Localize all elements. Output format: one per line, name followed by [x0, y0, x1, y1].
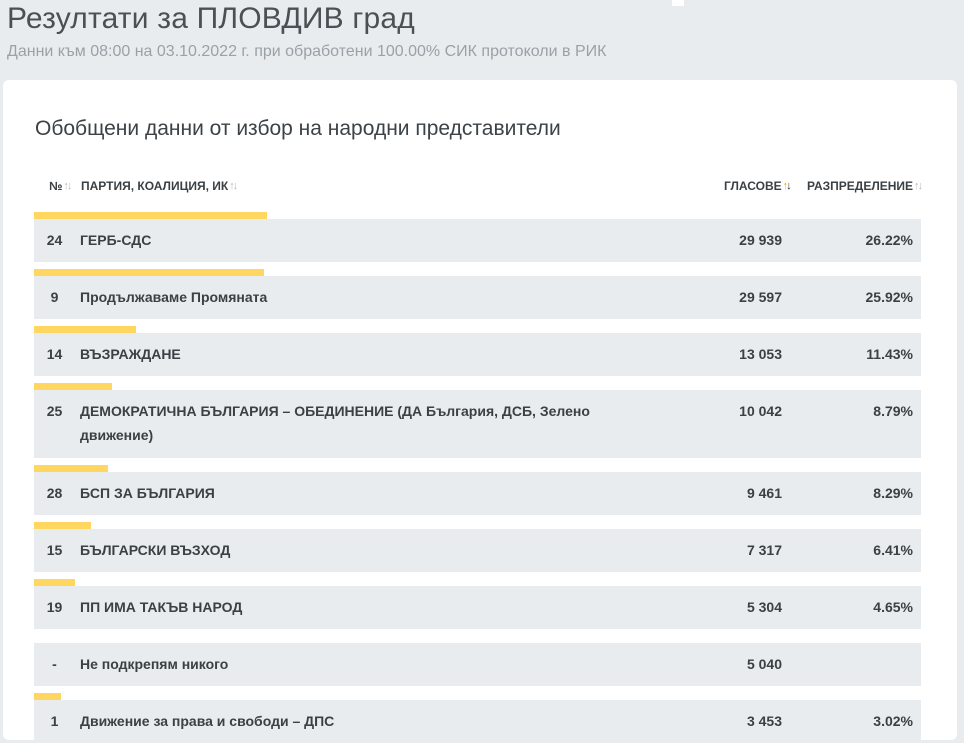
table-row[interactable]: 28 БСП ЗА БЪЛГАРИЯ 9 461 8.29% [34, 472, 921, 515]
share-value: 4.65% [873, 599, 913, 615]
party-number: - [52, 656, 57, 672]
party-name: БСП ЗА БЪЛГАРИЯ [80, 485, 215, 501]
share-value: 6.41% [873, 542, 913, 558]
share-bar [34, 693, 61, 700]
page-title: Резултати за ПЛОВДИВ град [7, 2, 415, 35]
page-subtitle: Данни към 08:00 на 03.10.2022 г. при обр… [7, 43, 607, 60]
share-bar [34, 465, 108, 472]
results-card: Обобщени данни от избор на народни предс… [3, 80, 957, 743]
column-header-share-label: РАЗПРЕДЕЛЕНИЕ [807, 179, 914, 193]
party-number: 24 [46, 232, 63, 248]
column-header-number-label: № [49, 179, 63, 193]
votes-value: 10 042 [739, 403, 782, 419]
votes-value: 29 597 [739, 289, 782, 305]
column-header-party-label: ПАРТИЯ, КОАЛИЦИЯ, ИК [81, 179, 229, 193]
share-value: 3.02% [873, 713, 913, 729]
share-value: 11.43% [866, 346, 913, 362]
table-row[interactable]: 19 ПП ИМА ТАКЪВ НАРОД 5 304 4.65% [34, 586, 921, 629]
votes-value: 29 939 [739, 232, 782, 248]
party-number: 9 [50, 289, 59, 305]
column-header-number[interactable]: № ↑↓ [49, 179, 72, 193]
sort-arrows-icon: ↑↓ [63, 180, 72, 192]
party-number: 25 [46, 403, 63, 419]
share-bar [34, 383, 112, 390]
votes-value: 5 304 [746, 599, 782, 615]
column-header-votes[interactable]: ГЛАСОВЕ ↑↓ [724, 179, 792, 193]
share-bar [34, 522, 91, 529]
column-header-share[interactable]: РАЗПРЕДЕЛЕНИЕ ↑↓ [807, 179, 923, 193]
votes-value: 9 461 [746, 485, 782, 501]
party-name: БЪЛГАРСКИ ВЪЗХОД [80, 542, 231, 558]
party-name: Не подкрепям никого [80, 656, 229, 672]
sort-desc-icon: ↑↓ [782, 180, 792, 192]
header-gap [672, 0, 684, 6]
party-name: ДЕМОКРАТИЧНА БЪЛГАРИЯ – ОБЕДИНЕНИЕ (ДА Б… [80, 403, 590, 443]
party-name: Движение за права и свободи – ДПС [80, 713, 335, 729]
votes-value: 5 040 [746, 656, 782, 672]
party-number: 19 [46, 599, 63, 615]
share-value: 8.79% [873, 403, 913, 419]
votes-value: 3 453 [746, 713, 782, 729]
sort-arrows-icon: ↑↓ [229, 180, 238, 192]
votes-value: 13 053 [739, 346, 782, 362]
party-name: ПП ИМА ТАКЪВ НАРОД [80, 599, 243, 615]
party-number: 15 [46, 542, 63, 558]
share-value: 25.92% [865, 289, 913, 305]
share-bar [34, 579, 75, 586]
section-title: Обобщени данни от избор на народни предс… [35, 117, 561, 140]
sort-arrows-icon: ↑↓ [914, 180, 923, 192]
table-row[interactable]: 24 ГЕРБ-СДС 29 939 26.22% [34, 219, 921, 262]
table-row[interactable]: - Не подкрепям никого 5 040 [34, 643, 921, 686]
share-value: 26.22% [865, 232, 913, 248]
table-row[interactable]: 9 Продължаваме Промяната 29 597 25.92% [34, 276, 921, 319]
party-name: ГЕРБ-СДС [80, 232, 152, 248]
table-row[interactable]: 15 БЪЛГАРСКИ ВЪЗХОД 7 317 6.41% [34, 529, 921, 572]
share-bar [34, 326, 136, 333]
column-header-votes-label: ГЛАСОВЕ [724, 179, 782, 193]
votes-value: 7 317 [746, 542, 782, 558]
table-row[interactable]: 25 ДЕМОКРАТИЧНА БЪЛГАРИЯ – ОБЕДИНЕНИЕ (ДА… [34, 390, 921, 458]
column-header-party[interactable]: ПАРТИЯ, КОАЛИЦИЯ, ИК ↑↓ [81, 179, 238, 193]
share-bar [34, 212, 267, 219]
party-number: 28 [46, 485, 63, 501]
party-number: 14 [46, 346, 63, 362]
share-bar [34, 269, 264, 276]
table-row[interactable]: 14 ВЪЗРАЖДАНЕ 13 053 11.43% [34, 333, 921, 376]
party-number: 1 [50, 713, 59, 729]
party-name: ВЪЗРАЖДАНЕ [80, 346, 181, 362]
page-header: Резултати за ПЛОВДИВ град Данни към 08:0… [0, 0, 672, 76]
party-name: Продължаваме Промяната [80, 289, 268, 305]
share-value: 8.29% [873, 485, 913, 501]
